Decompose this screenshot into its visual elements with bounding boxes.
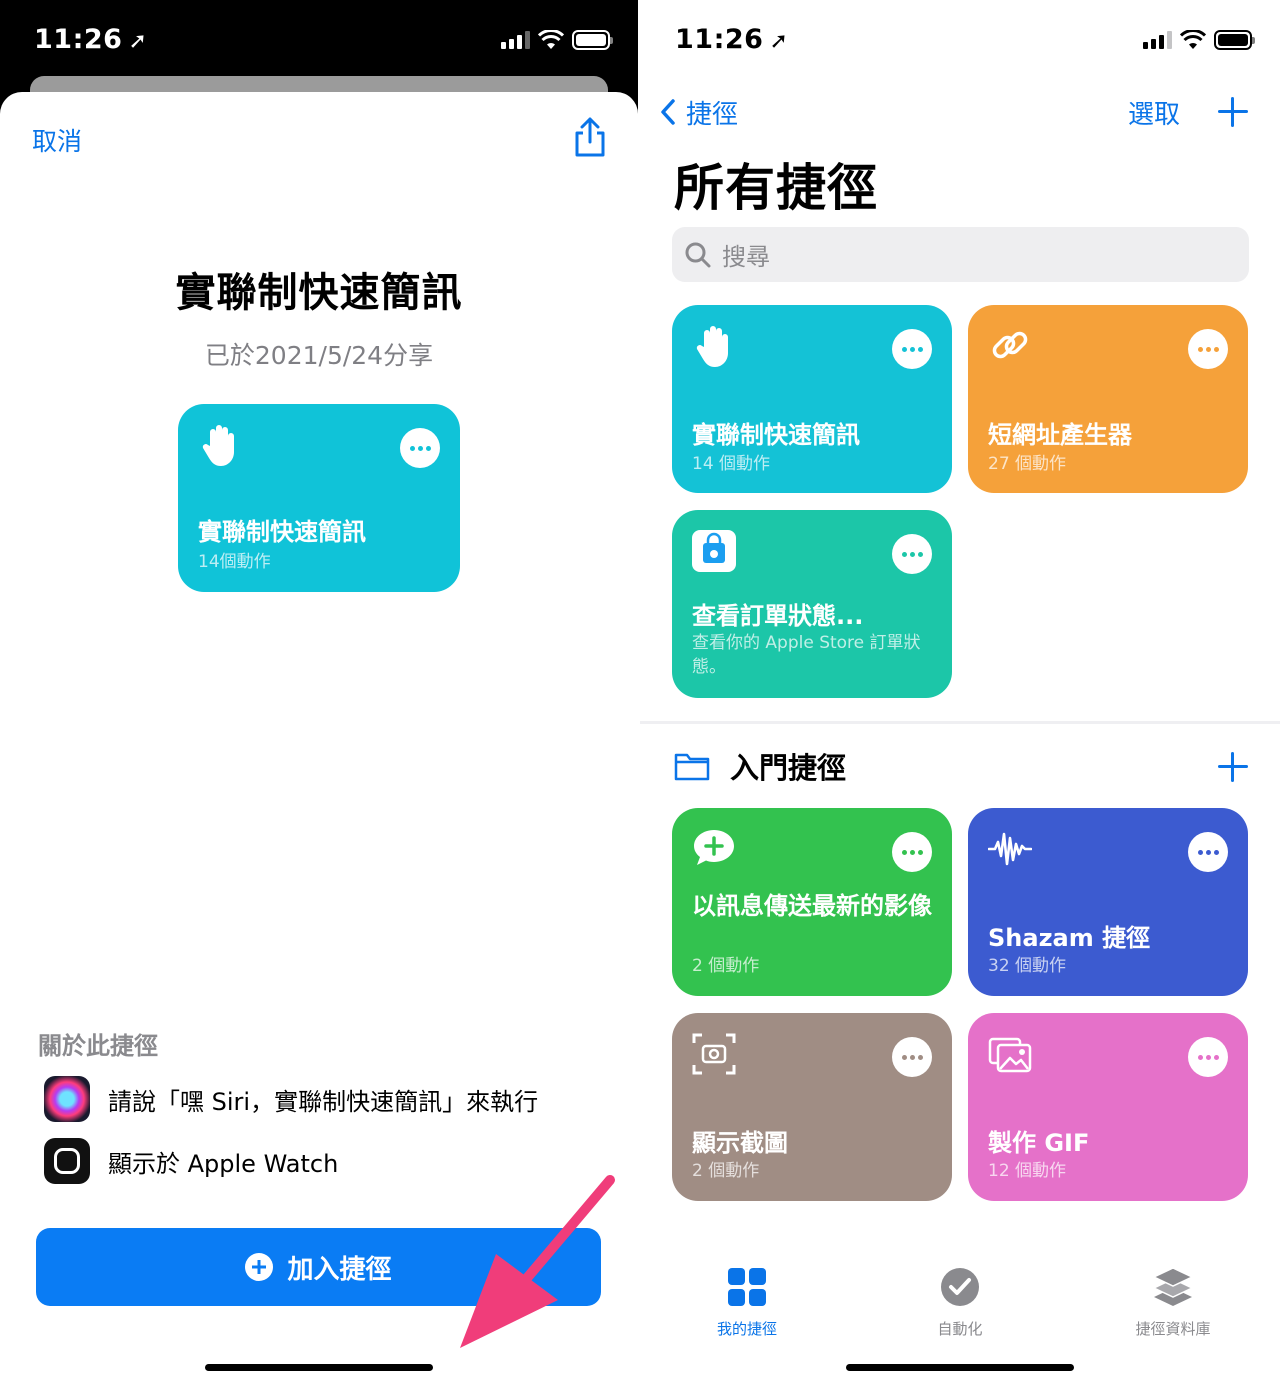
add-shortcut-sheet-panel: 11:26 ➚ 取消 實聯制快速簡訊 已於2021/5/24分享 實聯制快速簡訊 … bbox=[0, 0, 638, 1388]
cancel-button[interactable]: 取消 bbox=[32, 122, 82, 158]
time-text: 11:26 bbox=[34, 24, 123, 55]
hand-icon bbox=[696, 326, 728, 367]
hand-icon bbox=[202, 425, 234, 466]
card-subtitle: 查看你的 Apple Store 訂單狀態。 bbox=[692, 633, 921, 677]
link-icon bbox=[992, 331, 1028, 359]
siri-row: 請說「嘿 Siri，實聯制快速簡訊」來執行 bbox=[44, 1076, 538, 1122]
card-subtitle: 2 個動作 bbox=[692, 956, 760, 976]
home-indicator bbox=[205, 1364, 433, 1371]
shortcut-card[interactable]: 製作 GIF 12 個動作 bbox=[968, 1013, 1248, 1201]
tab-label: 捷徑資料庫 bbox=[1135, 1320, 1211, 1338]
apple-store-bag-icon bbox=[692, 530, 736, 572]
page-title: 所有捷徑 bbox=[674, 159, 878, 217]
folder-icon bbox=[674, 753, 710, 781]
cellular-signal-icon bbox=[501, 31, 530, 49]
search-placeholder: 搜尋 bbox=[722, 243, 770, 271]
location-arrow-icon: ➚ bbox=[769, 29, 789, 54]
more-options-icon[interactable] bbox=[892, 329, 932, 369]
folder-header[interactable]: 入門捷徑 bbox=[674, 744, 846, 788]
status-bar: 11:26 ➚ bbox=[0, 0, 638, 80]
folder-add-button[interactable] bbox=[1218, 752, 1248, 782]
card-title: 顯示截圖 bbox=[692, 1129, 788, 1157]
status-bar: 11:26 ➚ bbox=[640, 0, 1280, 80]
more-options-icon[interactable] bbox=[400, 428, 440, 468]
back-label: 捷徑 bbox=[686, 99, 739, 130]
card-title: 實聯制快速簡訊 bbox=[692, 421, 860, 449]
location-arrow-icon: ➚ bbox=[128, 29, 148, 54]
folder-name: 入門捷徑 bbox=[730, 751, 847, 785]
shortcut-card[interactable]: 以訊息傳送最新的影像 2 個動作 bbox=[672, 808, 952, 996]
more-options-icon[interactable] bbox=[1188, 329, 1228, 369]
plus-circle-icon bbox=[245, 1253, 274, 1281]
battery-icon bbox=[572, 30, 613, 50]
tab-gallery[interactable]: 捷徑資料庫 bbox=[1093, 1258, 1253, 1339]
screenshot-icon bbox=[692, 1033, 736, 1075]
section-divider bbox=[640, 721, 1280, 724]
siri-icon bbox=[44, 1076, 90, 1122]
card-subtitle: 27 個動作 bbox=[988, 454, 1067, 474]
photos-icon bbox=[988, 1037, 1032, 1073]
more-options-icon[interactable] bbox=[892, 534, 932, 574]
more-options-icon[interactable] bbox=[892, 832, 932, 872]
select-button[interactable]: 選取 bbox=[1128, 94, 1180, 131]
add-shortcut-plus-button[interactable] bbox=[1218, 97, 1248, 127]
wifi-icon bbox=[1180, 30, 1206, 49]
message-plus-icon bbox=[694, 830, 734, 865]
card-title: 短網址產生器 bbox=[988, 421, 1132, 449]
automation-check-icon bbox=[941, 1268, 979, 1306]
status-time: 11:26 ➚ bbox=[34, 24, 147, 55]
card-actions-count: 14個動作 bbox=[198, 552, 271, 572]
card-subtitle: 32 個動作 bbox=[988, 956, 1067, 976]
shortcut-card[interactable]: 短網址產生器 27 個動作 bbox=[968, 305, 1248, 493]
more-options-icon[interactable] bbox=[1188, 832, 1228, 872]
siri-phrase: 請說「嘿 Siri，實聯制快速簡訊」來執行 bbox=[108, 1087, 539, 1116]
tab-bar: 我的捷徑 自動化 捷徑資料庫 bbox=[640, 1258, 1280, 1338]
more-options-icon[interactable] bbox=[892, 1037, 932, 1077]
card-title: 查看訂單狀態... bbox=[692, 602, 864, 630]
card-subtitle: 2 個動作 bbox=[692, 1161, 760, 1181]
all-shortcuts-panel: 11:26 ➚ 捷徑 選取 所有捷徑 搜尋 實聯制快速簡訊 14 個動作 短網址… bbox=[640, 0, 1280, 1388]
search-icon bbox=[685, 242, 711, 267]
waveform-icon bbox=[988, 832, 1032, 866]
tab-label: 自動化 bbox=[937, 1320, 983, 1338]
shortcut-card[interactable]: 實聯制快速簡訊 14 個動作 bbox=[672, 305, 952, 493]
home-indicator bbox=[846, 1364, 1074, 1371]
search-field[interactable]: 搜尋 bbox=[672, 227, 1249, 282]
tab-automation[interactable]: 自動化 bbox=[880, 1258, 1040, 1339]
back-button[interactable]: 捷徑 bbox=[660, 92, 738, 132]
card-title: 以訊息傳送最新的影像 bbox=[692, 892, 932, 920]
add-shortcut-label: 加入捷徑 bbox=[287, 1254, 392, 1285]
card-title: Shazam 捷徑 bbox=[988, 924, 1151, 952]
shortcut-preview-card: 實聯制快速簡訊 14個動作 bbox=[178, 404, 460, 592]
status-time: 11:26 ➚ bbox=[675, 24, 788, 55]
tab-my-shortcuts[interactable]: 我的捷徑 bbox=[667, 1258, 827, 1339]
wifi-icon bbox=[538, 30, 564, 49]
layers-icon bbox=[1152, 1267, 1194, 1306]
card-subtitle: 12 個動作 bbox=[988, 1161, 1067, 1181]
apple-watch-label: 顯示於 Apple Watch bbox=[108, 1149, 339, 1178]
shared-date: 已於2021/5/24分享 bbox=[204, 341, 434, 370]
cellular-signal-icon bbox=[1143, 31, 1172, 49]
tab-label: 我的捷徑 bbox=[716, 1320, 777, 1338]
shortcut-card[interactable]: Shazam 捷徑 32 個動作 bbox=[968, 808, 1248, 996]
card-title: 實聯制快速簡訊 bbox=[198, 518, 366, 546]
battery-icon bbox=[1214, 30, 1255, 50]
apple-watch-row: 顯示於 Apple Watch bbox=[44, 1138, 338, 1184]
card-title: 製作 GIF bbox=[988, 1129, 1090, 1157]
shortcut-card[interactable]: 顯示截圖 2 個動作 bbox=[672, 1013, 952, 1201]
chevron-left-icon bbox=[661, 99, 675, 125]
pointer-arrow-annotation bbox=[460, 1175, 615, 1348]
about-heading: 關於此捷徑 bbox=[38, 1032, 158, 1060]
grid-icon bbox=[728, 1268, 766, 1306]
sheet: 取消 實聯制快速簡訊 已於2021/5/24分享 實聯制快速簡訊 14個動作 關… bbox=[0, 92, 638, 1388]
apple-watch-icon bbox=[44, 1138, 90, 1184]
time-text: 11:26 bbox=[675, 24, 764, 55]
more-options-icon[interactable] bbox=[1188, 1037, 1228, 1077]
shortcut-card[interactable]: 查看訂單狀態... 查看你的 Apple Store 訂單狀態。 bbox=[672, 510, 952, 698]
card-subtitle: 14 個動作 bbox=[692, 454, 771, 474]
shortcut-title: 實聯制快速簡訊 bbox=[175, 270, 463, 316]
share-icon[interactable] bbox=[572, 116, 608, 158]
